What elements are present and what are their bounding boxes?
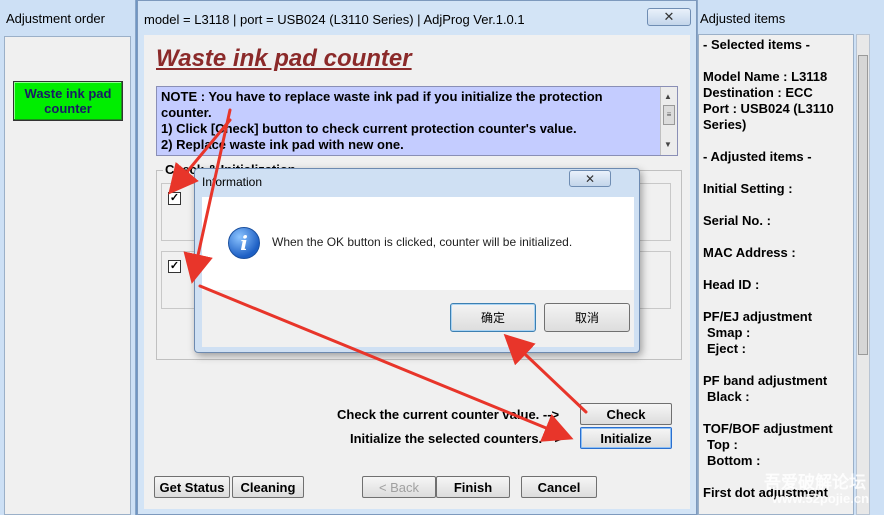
note-line: NOTE : You have to replace waste ink pad… [161, 89, 603, 104]
watermark-url: www.52pojie.cn [772, 491, 870, 506]
note-line: 2) Replace waste ink pad with new one. [161, 137, 404, 152]
check-button[interactable]: Check [580, 403, 672, 425]
ok-button[interactable]: 确定 [450, 303, 536, 332]
check-hint-text: Check the current counter value. --> [337, 407, 560, 422]
main-close-button[interactable]: ✕ [647, 8, 691, 26]
model-name-text: Model Name : L3118 [703, 69, 828, 84]
adjustment-order-title: Adjustment order [6, 11, 105, 26]
main-pad-counter-checkbox[interactable]: ✓ [168, 192, 181, 205]
info-icon: i [228, 227, 260, 259]
initialize-hint-text: Initialize the selected counters. --> [350, 431, 563, 446]
scroll-down-arrow-icon[interactable]: ▼ [664, 137, 672, 153]
smap-text: Smap : [707, 325, 751, 340]
back-button[interactable]: < Back [362, 476, 436, 498]
scroll-thumb[interactable] [858, 55, 868, 355]
serial-no-text: Serial No. : [703, 213, 771, 228]
adjusted-items-header: - Adjusted items - [703, 149, 812, 164]
eject-text: Eject : [707, 341, 747, 356]
note-line: 1) Click [Check] button to check current… [161, 121, 577, 136]
initial-setting-text: Initial Setting : [703, 181, 793, 196]
information-dialog: Information ✕ i When the OK button is cl… [194, 168, 640, 353]
page-title: Waste ink pad counter [156, 45, 412, 72]
port-text-cont: Series) [703, 117, 747, 132]
close-icon: ✕ [663, 9, 675, 24]
dialog-cancel-button[interactable]: 取消 [544, 303, 630, 332]
main-window-title: model = L3118 | port = USB024 (L3110 Ser… [144, 12, 525, 27]
tof-bof-adjustment-text: TOF/BOF adjustment [703, 421, 833, 436]
scroll-up-arrow-icon[interactable]: ▲ [664, 89, 672, 105]
cancel-button[interactable]: Cancel [521, 476, 597, 498]
black-text: Black : [707, 389, 750, 404]
selected-items-header: - Selected items - [703, 37, 810, 52]
adjusted-items-title: Adjusted items [700, 11, 786, 26]
top-text: Top : [707, 437, 738, 452]
dialog-body: i When the OK button is clicked, counter… [202, 197, 634, 290]
note-scrollbar[interactable]: ▲ ≡ ▼ [660, 87, 677, 155]
platen-pad-counter-checkbox[interactable]: ✓ [168, 260, 181, 273]
bottom-text: Bottom : [707, 453, 761, 468]
get-status-button[interactable]: Get Status [154, 476, 230, 498]
mac-address-text: MAC Address : [703, 245, 796, 260]
dialog-message: When the OK button is clicked, counter w… [272, 235, 573, 249]
scroll-thumb[interactable]: ≡ [663, 105, 675, 125]
dialog-title: Information [202, 175, 263, 189]
adjusted-items-panel: - Selected items - Model Name : L3118 De… [698, 34, 854, 515]
note-line: counter. [161, 105, 212, 120]
waste-ink-pad-counter-button[interactable]: Waste ink pad counter [13, 81, 123, 121]
dialog-footer: 确定 取消 [202, 290, 634, 347]
destination-text: Destination : ECC [703, 85, 813, 100]
head-id-text: Head ID : [703, 277, 760, 292]
cleaning-button[interactable]: Cleaning [232, 476, 304, 498]
note-textbox[interactable]: NOTE : You have to replace waste ink pad… [156, 86, 678, 156]
adjusted-items-window: Adjusted items - Selected items - Model … [697, 0, 884, 515]
watermark-text: 吾爱破解论坛 [764, 473, 866, 492]
initialize-button[interactable]: Initialize [580, 427, 672, 449]
adjustment-order-window: Adjustment order Waste ink pad counter [0, 0, 136, 515]
dialog-close-button[interactable]: ✕ [569, 170, 611, 187]
pf-ej-adjustment-text: PF/EJ adjustment [703, 309, 813, 324]
adjusted-items-scrollbar[interactable] [856, 34, 870, 515]
finish-button[interactable]: Finish [436, 476, 510, 498]
close-icon: ✕ [584, 171, 596, 186]
port-text: Port : USB024 (L3110 [703, 101, 834, 116]
adjustment-order-panel: Waste ink pad counter [4, 36, 131, 515]
pf-band-adjustment-text: PF band adjustment [703, 373, 828, 388]
